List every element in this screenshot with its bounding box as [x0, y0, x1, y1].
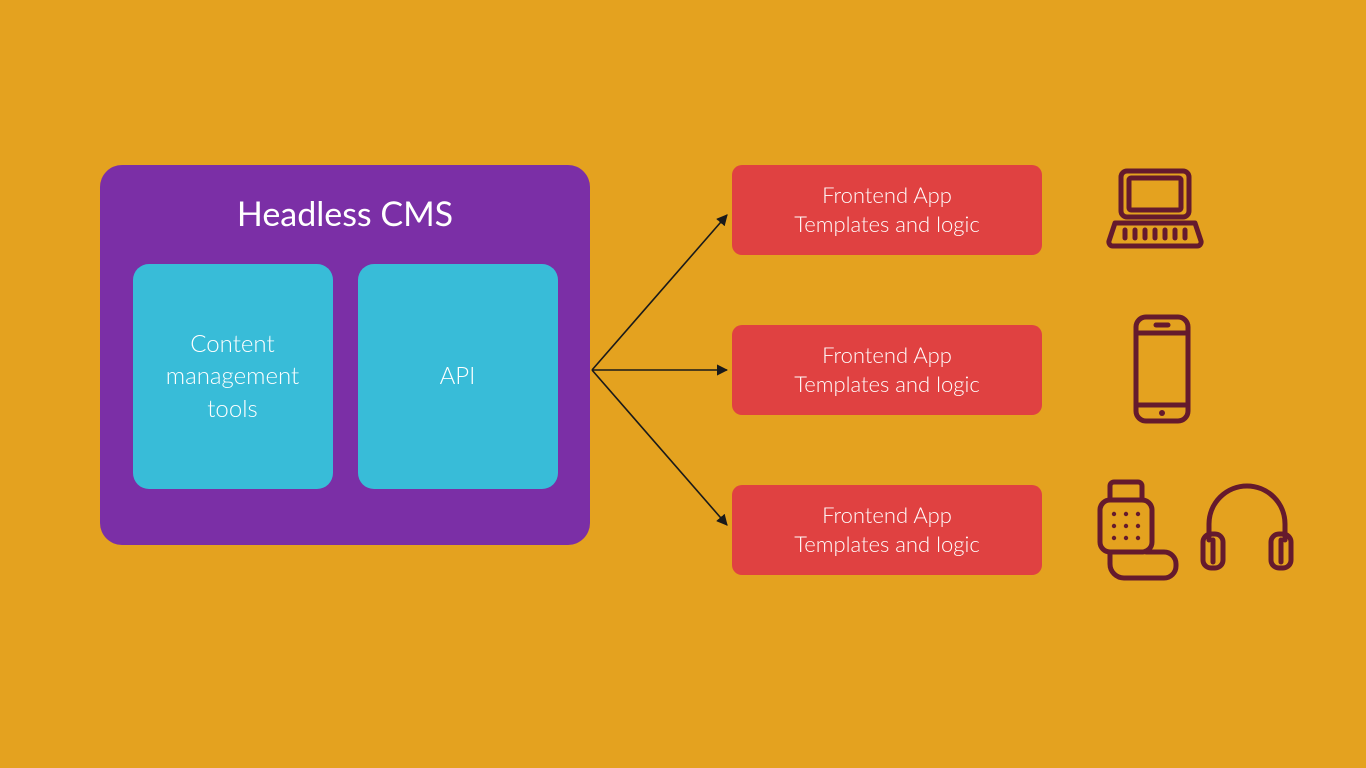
cms-panel: Headless CMS Content management tools AP…: [100, 165, 590, 545]
frontend-subtitle: Templates and logic: [794, 210, 979, 239]
frontend-title: Frontend App: [822, 341, 952, 370]
cms-box-label: Content management tools: [166, 328, 299, 425]
frontend-title: Frontend App: [822, 181, 952, 210]
arrow-api-to-frontend-0: [592, 215, 727, 370]
frontend-subtitle: Templates and logic: [794, 530, 979, 559]
arrow-api-to-frontend-2: [592, 370, 727, 525]
frontend-box-0: Frontend App Templates and logic: [732, 165, 1042, 255]
laptop-icon: [1105, 165, 1205, 255]
frontend-box-2: Frontend App Templates and logic: [732, 485, 1042, 575]
cms-title: Headless CMS: [100, 193, 590, 234]
cms-boxes-row: Content management tools API: [100, 264, 590, 489]
cms-box-api: API: [358, 264, 558, 489]
frontend-subtitle: Templates and logic: [794, 370, 979, 399]
frontend-title: Frontend App: [822, 501, 952, 530]
headphones-icon: [1195, 478, 1299, 578]
frontend-box-1: Frontend App Templates and logic: [732, 325, 1042, 415]
phone-icon: [1130, 313, 1194, 425]
cms-box-content-tools: Content management tools: [133, 264, 333, 489]
smartwatch-icon: [1090, 478, 1182, 586]
cms-box-label: API: [440, 360, 476, 392]
